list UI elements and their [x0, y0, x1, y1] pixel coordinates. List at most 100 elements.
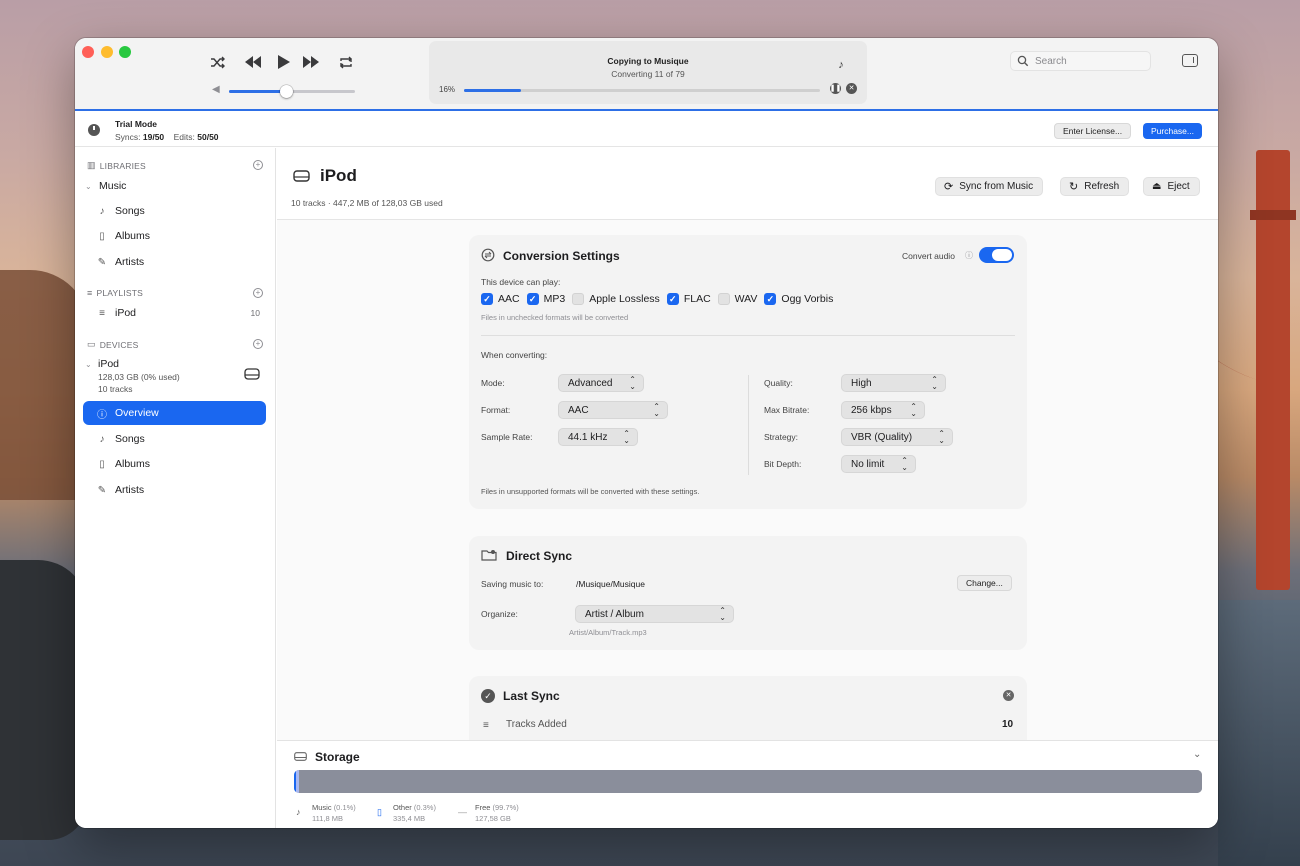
drive-icon: [244, 368, 260, 380]
quality-select[interactable]: High ⌃ ⌄: [841, 374, 946, 392]
change-path-button[interactable]: Change...: [957, 575, 1012, 591]
document-icon: ▯: [377, 807, 382, 817]
add-playlist-icon[interactable]: +: [253, 288, 263, 298]
format-label: Ogg Vorbis: [781, 293, 834, 305]
sync-from-music-button[interactable]: ⟳ Sync from Music: [935, 177, 1044, 196]
next-button[interactable]: [299, 51, 323, 73]
edits-value: 50/50: [197, 132, 219, 142]
volume-knob[interactable]: [279, 85, 293, 98]
sidebar-item-label: Albums: [115, 230, 151, 242]
convert-audio-toggle[interactable]: [979, 247, 1014, 263]
album-icon: ▯: [99, 458, 105, 470]
eject-button[interactable]: ⏏ Eject: [1143, 177, 1200, 196]
organize-select[interactable]: Artist / Album ⌃ ⌄: [575, 605, 734, 623]
sidebar-device-ipod[interactable]: ⌄ iPod 128,03 GB (0% used) 10 tracks: [85, 358, 265, 398]
repeat-button[interactable]: [334, 51, 358, 73]
previous-button[interactable]: [241, 51, 265, 73]
trial-banner: Trial Mode Syncs: 19/50 Edits: 50/50 Ent…: [75, 113, 1218, 147]
close-icon: ✕: [848, 85, 855, 92]
sidebar-item-overview[interactable]: ⓘ Overview: [83, 401, 266, 425]
chevron-updown-icon: ⌃ ⌄: [653, 402, 660, 418]
clock-icon: [88, 124, 100, 136]
sidebar-item-device-albums[interactable]: ▯ Albums: [83, 452, 266, 476]
music-note-icon: ♪: [296, 807, 301, 817]
sidebar-item-device-artists[interactable]: ✎ Artists: [83, 478, 266, 502]
format-select[interactable]: AAC ⌃ ⌄: [558, 401, 668, 419]
device-header: iPod 10 tracks · 447,2 MB of 128,03 GB u…: [277, 148, 1218, 220]
strategy-select[interactable]: VBR (Quality) ⌃ ⌄: [841, 428, 953, 446]
format-label: MP3: [543, 293, 566, 305]
enter-license-button[interactable]: Enter License...: [1054, 123, 1132, 139]
format-checkboxes: ✓ AAC ✓ MP3 Apple Lossless ✓ FLAC WAV ✓ Ogg …: [481, 293, 840, 305]
sidebar-item-artists[interactable]: ✎ Artists: [83, 250, 266, 274]
sidebar-item-albums[interactable]: ▯ Albums: [83, 224, 266, 248]
add-library-icon[interactable]: +: [253, 160, 263, 170]
aac-checkbox[interactable]: ✓: [481, 293, 493, 305]
search-input[interactable]: [1035, 54, 1145, 69]
chevron-updown-icon: ⌃ ⌄: [910, 402, 917, 418]
play-button[interactable]: [271, 51, 295, 73]
format-label: WAV: [734, 293, 758, 305]
inspector-toggle-icon[interactable]: [1182, 54, 1198, 67]
pause-copy-button[interactable]: ❚❚: [830, 83, 841, 94]
library-music[interactable]: ⌄ Music: [85, 180, 126, 192]
minimize-window-button[interactable]: [101, 46, 113, 58]
format-label: Format:: [481, 405, 511, 415]
bitrate-select[interactable]: 256 kbps ⌃ ⌄: [841, 401, 925, 419]
legend-name: Free: [475, 803, 491, 812]
eject-label: Eject: [1167, 181, 1190, 192]
drive-icon: ▭: [87, 339, 96, 349]
pause-icon: ❚❚: [829, 85, 842, 92]
main-content: iPod 10 tracks · 447,2 MB of 128,03 GB u…: [277, 148, 1218, 828]
bit-depth-select[interactable]: No limit ⌃ ⌄: [841, 455, 916, 473]
trial-stats: Syncs: 19/50 Edits: 50/50: [115, 132, 219, 142]
mp3-checkbox[interactable]: ✓: [526, 293, 539, 305]
sidebar-item-label: Overview: [115, 407, 159, 419]
zoom-window-button[interactable]: [119, 46, 131, 58]
sync-icon: ⟳: [944, 181, 954, 193]
flac-checkbox[interactable]: ✓: [666, 293, 679, 305]
add-device-icon[interactable]: +: [253, 339, 263, 349]
search-field[interactable]: [1010, 51, 1151, 71]
lcd-title: Copying to Musique: [607, 56, 689, 66]
bitrate-label: Max Bitrate:: [764, 405, 810, 415]
wav-checkbox[interactable]: [717, 293, 730, 305]
close-window-button[interactable]: [82, 46, 94, 58]
copy-progress-fill: [464, 89, 521, 92]
mode-label: Mode:: [481, 378, 505, 388]
cancel-copy-button[interactable]: ✕: [846, 83, 857, 94]
storage-panel: Storage ⌄ ♪ Music (0.1%) 111,8 MB ▯ Othe…: [277, 740, 1218, 828]
sidebar-item-label: Songs: [115, 433, 145, 445]
convert-icon: [481, 248, 495, 262]
legend-name: Music: [312, 803, 332, 812]
dismiss-last-sync-button[interactable]: ✕: [1003, 690, 1014, 701]
edits-label: Edits:: [173, 132, 195, 142]
apple-lossless-checkbox[interactable]: [572, 293, 585, 305]
shuffle-button[interactable]: [206, 51, 230, 73]
app-window: ◀ Copying to Musique Converting 11 of 79…: [75, 38, 1218, 828]
help-icon[interactable]: ⓘ: [965, 250, 973, 261]
playlists-header: ≡ PLAYLISTS: [87, 288, 143, 298]
drive-icon: [293, 170, 310, 182]
sample-rate-select[interactable]: 44.1 kHz ⌃ ⌄: [558, 428, 638, 446]
direct-sync-card: Direct Sync Saving music to: /Musique/Mu…: [469, 536, 1027, 650]
folder-icon: [481, 550, 497, 561]
last-sync-title: Last Sync: [503, 689, 560, 703]
volume-slider[interactable]: [229, 85, 355, 98]
device-summary: 10 tracks · 447,2 MB of 128,03 GB used: [291, 198, 443, 208]
format-label: FLAC: [683, 293, 711, 305]
chevron-down-icon: ⌄: [85, 181, 92, 191]
chevron-down-icon[interactable]: ⌄: [1193, 749, 1201, 760]
legend-percent: (0.3%): [413, 803, 436, 812]
sidebar-item-device-songs[interactable]: ♪ Songs: [83, 427, 266, 451]
sidebar-item-songs[interactable]: ♪ Songs: [83, 199, 266, 223]
purchase-button[interactable]: Purchase...: [1143, 123, 1202, 139]
ogg-vorbis-checkbox[interactable]: ✓: [764, 293, 777, 305]
copy-progress-bar: [464, 89, 820, 92]
eject-icon: ⏏: [1152, 181, 1162, 192]
sidebar-item-playlist-ipod[interactable]: ≡ iPod 10: [83, 301, 266, 325]
microphone-icon: ✎: [97, 484, 107, 496]
mode-select[interactable]: Advanced ⌃ ⌄: [558, 374, 644, 392]
refresh-button[interactable]: ↻ Refresh: [1060, 177, 1130, 196]
storage-bar: [294, 770, 1202, 793]
